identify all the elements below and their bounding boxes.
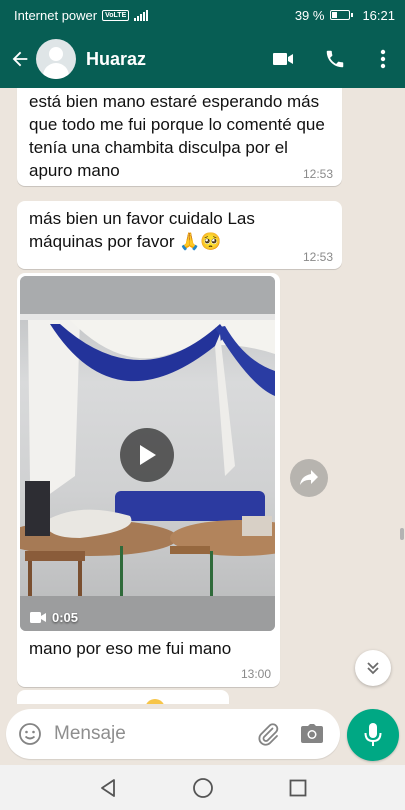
- video-camera-icon: [30, 612, 46, 623]
- scroll-to-bottom-button[interactable]: [355, 650, 391, 686]
- forward-button[interactable]: [290, 459, 328, 497]
- forward-icon: [300, 470, 318, 485]
- battery-icon: [330, 10, 354, 20]
- back-button[interactable]: [4, 30, 36, 88]
- phone-call-icon: [326, 50, 344, 68]
- message-bubble[interactable]: está bien mano estaré esperando más que …: [17, 88, 342, 186]
- video-duration: 0:05: [52, 610, 79, 625]
- chat-area[interactable]: está bien mano estaré esperando más que …: [0, 88, 405, 704]
- circle-home-icon: [192, 777, 213, 798]
- triangle-back-icon: [100, 778, 115, 797]
- mic-icon: [364, 723, 382, 746]
- play-button[interactable]: [120, 428, 174, 482]
- message-time: 12:53: [302, 250, 333, 264]
- clock: 16:21: [362, 7, 395, 23]
- message-bubble-partial[interactable]: [17, 690, 229, 704]
- video-message-bubble[interactable]: 0:05 mano por eso me fui mano 13:00: [17, 273, 280, 687]
- emoji-icon: [19, 723, 41, 745]
- chat-header: Huaraz: [0, 30, 405, 88]
- nav-recents-button[interactable]: [276, 766, 320, 810]
- avatar[interactable]: [36, 39, 76, 79]
- message-emojis: 🙏🥺: [179, 232, 222, 252]
- carrier-label: Internet power: [14, 7, 98, 23]
- volte-badge: VoLTE: [102, 9, 130, 21]
- contact-name[interactable]: Huaraz: [86, 49, 257, 70]
- attach-icon: [258, 723, 279, 746]
- nav-back-button[interactable]: [86, 766, 130, 810]
- voice-call-button[interactable]: [309, 30, 361, 88]
- square-recents-icon: [289, 779, 306, 796]
- message-bubble[interactable]: más bien un favor cuidalo Las máquinas p…: [17, 201, 342, 269]
- scrollbar[interactable]: [400, 528, 404, 540]
- back-arrow-icon: [12, 51, 28, 67]
- video-call-icon: [273, 53, 293, 65]
- more-options-button[interactable]: [361, 30, 405, 88]
- message-time: 13:00: [240, 667, 271, 681]
- emoji-button[interactable]: [6, 709, 54, 759]
- default-avatar-icon: [49, 47, 63, 61]
- battery-percent: 39 %: [294, 7, 325, 23]
- message-text: está bien mano estaré esperando más que …: [29, 92, 325, 180]
- signal-icon: [134, 9, 149, 21]
- more-options-icon: [380, 49, 386, 69]
- nav-home-button[interactable]: [181, 766, 225, 810]
- status-bar: Internet power VoLTE 39 % 16:21: [0, 0, 405, 30]
- message-input[interactable]: Mensaje: [54, 723, 246, 745]
- attach-button[interactable]: [246, 709, 290, 759]
- voice-message-button[interactable]: [347, 709, 399, 761]
- system-nav-bar: [0, 765, 405, 810]
- play-icon: [140, 445, 156, 465]
- camera-button[interactable]: [290, 709, 334, 759]
- video-caption: mano por eso me fui mano: [29, 639, 232, 658]
- message-time: 12:53: [302, 167, 333, 181]
- emoji-icon: [145, 699, 165, 704]
- video-call-button[interactable]: [257, 30, 309, 88]
- video-thumbnail[interactable]: 0:05: [20, 276, 275, 631]
- double-chevron-down-icon: [367, 662, 379, 675]
- camera-icon: [301, 724, 323, 743]
- message-composer: Mensaje: [6, 709, 340, 759]
